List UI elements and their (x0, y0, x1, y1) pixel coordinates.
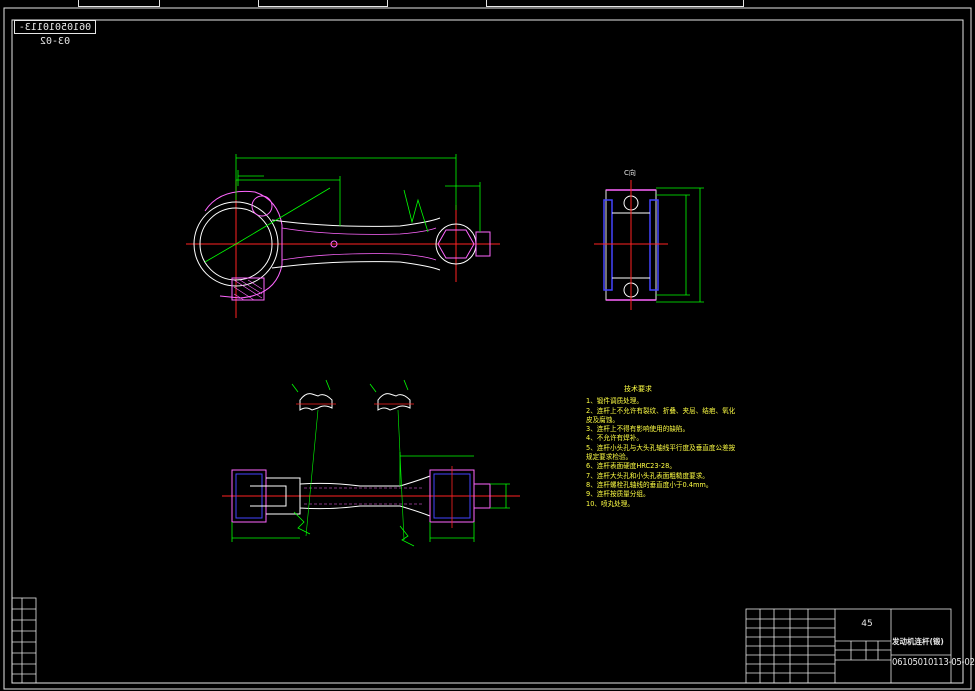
technical-notes-title: 技术要求 (624, 385, 652, 393)
mirrored-drawing-number: 06105010113-03-02 (14, 20, 96, 47)
note-item: 9、连杆按质量分组。 (586, 490, 650, 499)
rod-main-view (186, 154, 500, 318)
note-item: 7、连杆大头孔和小头孔表面粗糙度要求。 (586, 471, 709, 480)
revision-table (11, 597, 37, 684)
outer-frame (3, 7, 972, 690)
note-item: 5、连杆小头孔与大头孔轴线平行度及垂直度公差按规定要求检验。 (586, 443, 736, 462)
sheet-tab-3 (486, 0, 744, 7)
view-c (594, 180, 704, 310)
drawing-code: 06105010113-05-02 (892, 657, 975, 668)
note-item: 6、连杆表面硬度HRC23-28。 (586, 462, 676, 471)
material-number: 45 (861, 619, 873, 629)
note-item: 8、连杆螺栓孔轴线的垂直度小于0.4mm。 (586, 480, 713, 489)
section-views (291, 379, 414, 411)
note-item: 4、不允许有焊补。 (586, 434, 643, 443)
cad-drawing (3, 7, 972, 690)
note-item: 2、连杆上不允许有裂纹、折叠、夹层、结疤、氧化皮及腐蚀。 (586, 406, 736, 424)
technical-notes: 技术要求 1、锻件调质处理。 2、连杆上不允许有裂纹、折叠、夹层、结疤、氧化皮及… (586, 385, 736, 509)
note-item: 1、锻件调质处理。 (586, 397, 643, 406)
rod-section-view (222, 409, 520, 547)
part-title: 发动机连杆(锻) (892, 637, 944, 646)
inner-frame (11, 19, 964, 684)
view-c-label: C向 (624, 169, 636, 177)
sheet-tab-2 (258, 0, 388, 7)
note-item: 10、喷丸处理。 (586, 499, 634, 508)
sheet-tab-1 (78, 0, 160, 7)
